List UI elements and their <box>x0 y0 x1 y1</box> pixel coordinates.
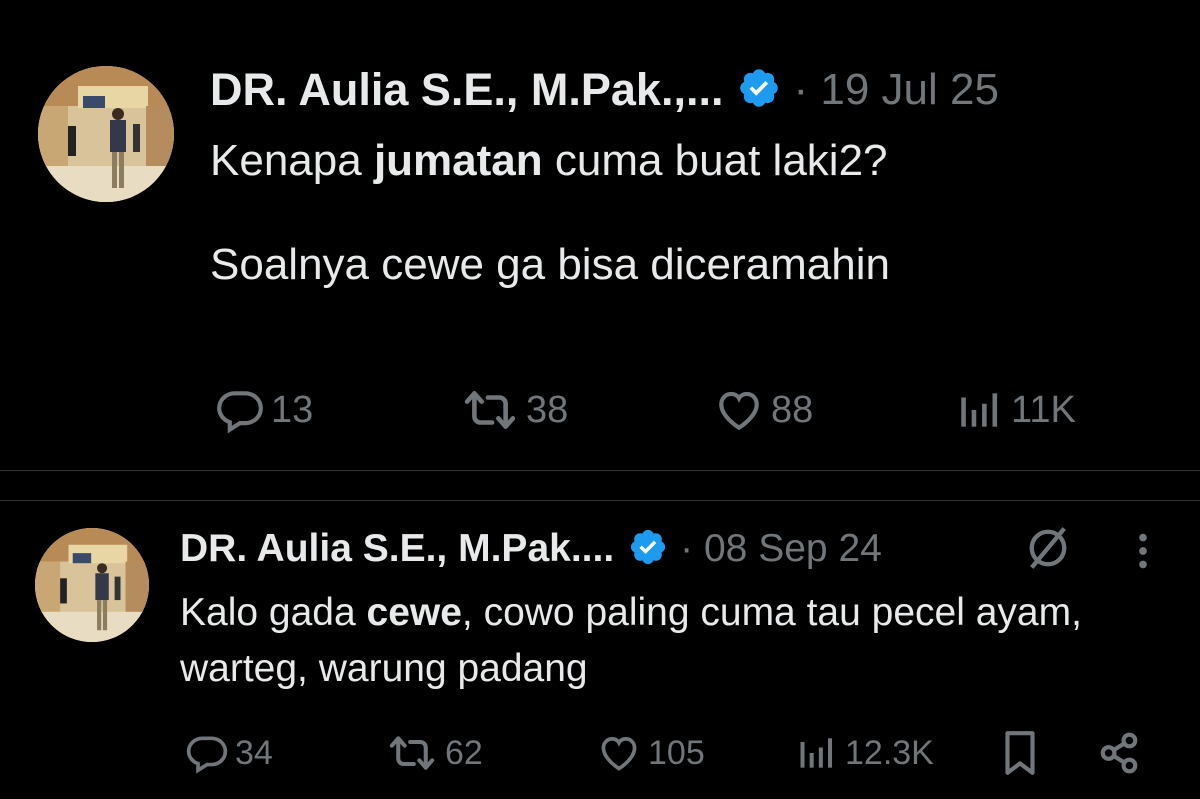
verified-badge-icon <box>628 527 668 572</box>
reply-count: 34 <box>235 733 273 772</box>
like-button[interactable]: 105 <box>596 728 705 778</box>
tweet-text: Kalo gada cewe, cowo paling cuma tau pec… <box>180 585 1170 697</box>
views-count: 12.3K <box>845 733 934 772</box>
avatar[interactable] <box>35 528 149 642</box>
repost-count: 62 <box>445 733 483 772</box>
heart-icon <box>719 391 759 431</box>
views-icon <box>800 738 833 768</box>
tweet-header: DR. Aulia S.E., M.Pak.... · 08 Sep 24 <box>180 522 882 576</box>
bookmark-icon[interactable] <box>998 728 1042 783</box>
views-button[interactable]: 11K <box>955 385 1076 435</box>
reply-button[interactable]: 34 <box>185 728 273 778</box>
heart-icon <box>601 737 637 771</box>
author-name[interactable]: DR. Aulia S.E., M.Pak.... <box>180 527 614 571</box>
more-icon[interactable] <box>1128 528 1158 579</box>
slash-circle-icon[interactable] <box>1022 522 1074 579</box>
repost-icon <box>464 391 516 429</box>
like-count: 88 <box>771 388 814 431</box>
repost-count: 38 <box>526 388 569 431</box>
share-icon[interactable] <box>1094 728 1144 783</box>
tweet-text: Kenapa jumatan cuma buat laki2? Soalnya … <box>210 135 1170 291</box>
reply-icon <box>186 736 228 774</box>
text-part: Kalo gada <box>180 591 367 634</box>
like-button[interactable]: 88 <box>713 385 813 435</box>
tweet-date[interactable]: · 08 Sep 24 <box>680 527 882 571</box>
text-highlight: jumatan <box>373 136 543 185</box>
tweet-header: DR. Aulia S.E., M.Pak.,... · 19 Jul 25 <box>210 60 999 120</box>
repost-icon <box>389 736 435 770</box>
repost-button[interactable]: 38 <box>460 385 568 435</box>
like-count: 105 <box>648 733 705 772</box>
reply-button[interactable]: 13 <box>215 385 313 435</box>
tweet-date[interactable]: · 19 Jul 25 <box>793 65 998 115</box>
avatar[interactable] <box>38 66 174 202</box>
author-name[interactable]: DR. Aulia S.E., M.Pak.,... <box>210 64 723 116</box>
views-count: 11K <box>1011 388 1076 431</box>
verified-badge-icon <box>737 66 781 115</box>
reply-count: 13 <box>271 388 314 431</box>
reply-icon <box>217 391 263 434</box>
text-highlight: cewe <box>366 591 462 634</box>
repost-button[interactable]: 62 <box>385 728 483 778</box>
tweet-1[interactable]: DR. Aulia S.E., M.Pak.,... · 19 Jul 25 K… <box>0 0 1200 471</box>
views-button[interactable]: 12.3K <box>795 728 934 778</box>
views-icon <box>961 393 998 427</box>
text-part: Kenapa <box>210 136 374 185</box>
